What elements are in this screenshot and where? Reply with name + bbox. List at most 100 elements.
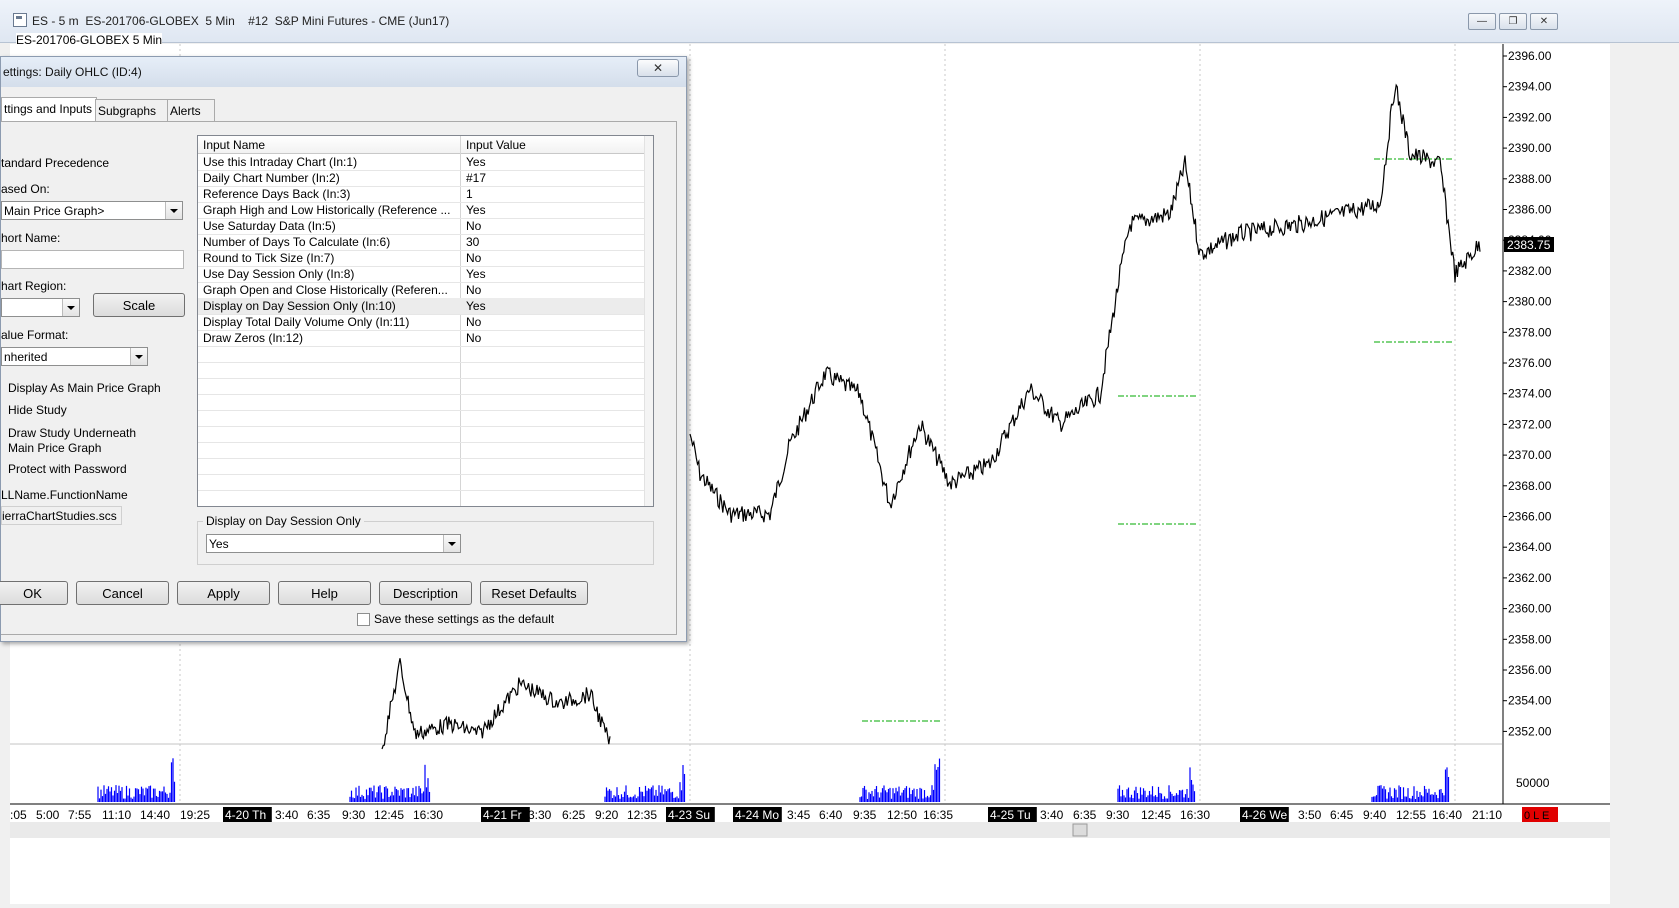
time-tick-label: 6:40 — [819, 808, 843, 822]
grid-row[interactable]: Number of Days To Calculate (In:6) 30 — [198, 234, 648, 251]
description-button[interactable]: Description — [379, 581, 472, 605]
save-default-label: Save these settings as the default — [374, 612, 555, 626]
based-on-select[interactable]: Main Price Graph> — [1, 201, 183, 220]
input-name-cell: Graph Open and Close Historically (Refer… — [203, 283, 448, 297]
col-input-value[interactable]: Input Value — [466, 138, 526, 152]
dialog-title-bar: ettings: Daily OHLC (ID:4) ✕ — [1, 57, 686, 87]
tab-alerts[interactable]: Alerts — [167, 99, 215, 122]
price-tick-label: 2382.00 — [1508, 264, 1552, 278]
time-tick-label: 12:55 — [1396, 808, 1426, 822]
input-name-cell: Display on Day Session Only (In:10) — [203, 299, 396, 313]
input-value-cell[interactable]: Yes — [466, 299, 486, 313]
short-name-input[interactable] — [1, 250, 184, 269]
time-tick-label: 6:45 — [1330, 808, 1354, 822]
time-tick-label: 16:40 — [1432, 808, 1462, 822]
price-tick-label: 2386.00 — [1508, 203, 1552, 217]
time-tick-label: :05 — [10, 808, 27, 822]
input-value-cell[interactable]: Yes — [466, 155, 486, 169]
grid-row[interactable]: Graph Open and Close Historically (Refer… — [198, 282, 648, 299]
price-tick-label: 2360.00 — [1508, 602, 1552, 616]
chevron-down-icon — [165, 202, 182, 219]
app-icon — [13, 13, 27, 27]
time-tick-label: 3:40 — [1040, 808, 1064, 822]
input-value-cell[interactable]: 1 — [466, 187, 473, 201]
grid-row[interactable]: Use Saturday Data (In:5) No — [198, 218, 648, 235]
price-tick-label: 2374.00 — [1508, 387, 1552, 401]
grid-row[interactable]: Use this Intraday Chart (In:1) Yes — [198, 154, 648, 171]
time-tick-label: 4-26 We — [1242, 808, 1287, 822]
time-tick-label: 12:45 — [374, 808, 404, 822]
scrollbar-thumb — [1072, 823, 1088, 837]
input-editor-select[interactable]: Yes — [206, 534, 461, 553]
help-button[interactable]: Help — [278, 581, 371, 605]
ok-button[interactable]: OK — [0, 581, 68, 605]
empty-grid-row — [198, 410, 648, 427]
inputs-grid[interactable]: Input Name Input Value Use this Intraday… — [197, 135, 654, 507]
grid-row[interactable]: Reference Days Back (In:3) 1 — [198, 186, 648, 203]
time-tick-label: 14:40 — [140, 808, 170, 822]
time-tick-label: 4-21 Fr — [483, 808, 522, 822]
input-value-cell[interactable]: No — [466, 315, 481, 329]
apply-button[interactable]: Apply — [177, 581, 270, 605]
draw-underneath-checkbox-label[interactable]: Draw Study Underneath — [8, 426, 136, 440]
hide-study-checkbox-label[interactable]: Hide Study — [8, 403, 67, 417]
display-as-main-checkbox-label[interactable]: Display As Main Price Graph — [8, 381, 161, 395]
input-value-cell[interactable]: No — [466, 331, 481, 345]
dll-function-label: LLName.FunctionName — [1, 488, 128, 502]
value-format-select[interactable]: nherited — [1, 347, 148, 366]
chart-symbol-label: ES-201706-GLOBEX 5 Min — [16, 33, 163, 47]
input-name-cell: Draw Zeros (In:12) — [203, 331, 304, 345]
precedence-label: tandard Precedence — [1, 156, 110, 170]
grid-row[interactable]: Display Total Daily Volume Only (In:11) N… — [198, 314, 648, 331]
grid-row[interactable]: Use Day Session Only (In:8) Yes — [198, 266, 648, 283]
input-value-cell[interactable]: No — [466, 251, 481, 265]
grid-row[interactable]: Draw Zeros (In:12) No — [198, 330, 648, 347]
input-name-cell: Use Day Session Only (In:8) — [203, 267, 355, 281]
close-window-button[interactable]: ✕ — [1530, 13, 1558, 30]
input-value-cell[interactable]: No — [466, 219, 481, 233]
grid-row[interactable]: Round to Tick Size (In:7) No — [198, 250, 648, 267]
price-tick-label: 2370.00 — [1508, 448, 1552, 462]
input-name-cell: Reference Days Back (In:3) — [203, 187, 351, 201]
time-tick-label: 9:30 — [342, 808, 366, 822]
input-editor-label: Display on Day Session Only — [203, 514, 364, 528]
protect-password-checkbox-label[interactable]: Protect with Password — [8, 462, 127, 476]
scale-button[interactable]: Scale — [93, 293, 185, 317]
empty-grid-row — [198, 362, 648, 379]
chart-region-select[interactable] — [1, 298, 80, 317]
tab-subgraphs[interactable]: Subgraphs — [95, 99, 169, 122]
time-tick-label: 16:35 — [923, 808, 953, 822]
save-default-checkbox[interactable] — [357, 613, 370, 626]
grid-header: Input Name Input Value — [198, 136, 648, 154]
time-tick-label: 16:30 — [1180, 808, 1210, 822]
short-name-label: hort Name: — [1, 231, 61, 245]
grid-row[interactable]: Graph High and Low Historically (Referen… — [198, 202, 648, 219]
time-tick-label: 4-20 Th — [225, 808, 266, 822]
input-value-cell[interactable]: #17 — [466, 171, 486, 185]
reset-defaults-button[interactable]: Reset Defaults — [480, 581, 588, 605]
grid-row[interactable]: Daily Chart Number (In:2) #17 — [198, 170, 648, 187]
restore-button[interactable]: ❐ — [1499, 13, 1527, 30]
grid-row[interactable]: Display on Day Session Only (In:10) Yes — [198, 298, 648, 315]
price-tick-label: 2376.00 — [1508, 356, 1552, 370]
status-corner-label: 0 L E — [1524, 810, 1549, 822]
tab-settings-and-inputs[interactable]: ttings and Inputs — [1, 97, 97, 122]
price-tick-label: 2394.00 — [1508, 80, 1552, 94]
input-value-cell[interactable]: Yes — [466, 203, 486, 217]
price-tick-label: 2354.00 — [1508, 694, 1552, 708]
minimize-button[interactable]: — — [1468, 13, 1496, 30]
input-value-cell[interactable]: 30 — [466, 235, 479, 249]
draw-underneath-checkbox-label-2: Main Price Graph — [8, 441, 102, 455]
input-value-cell[interactable]: No — [466, 283, 481, 297]
time-tick-label: 5:00 — [36, 808, 60, 822]
dialog-close-button[interactable]: ✕ — [637, 59, 679, 77]
window-title: ES - 5 m ES-201706-GLOBEX 5 Min #12 S&P … — [32, 14, 450, 28]
volume-scale-label: 50000 — [1516, 776, 1550, 790]
cancel-button[interactable]: Cancel — [76, 581, 169, 605]
time-tick-label: 6:35 — [1073, 808, 1097, 822]
grid-scrollbar[interactable] — [644, 136, 653, 506]
time-tick-label: 3:40 — [275, 808, 299, 822]
input-value-cell[interactable]: Yes — [466, 267, 486, 281]
empty-grid-row — [198, 458, 648, 475]
col-input-name[interactable]: Input Name — [203, 138, 265, 152]
